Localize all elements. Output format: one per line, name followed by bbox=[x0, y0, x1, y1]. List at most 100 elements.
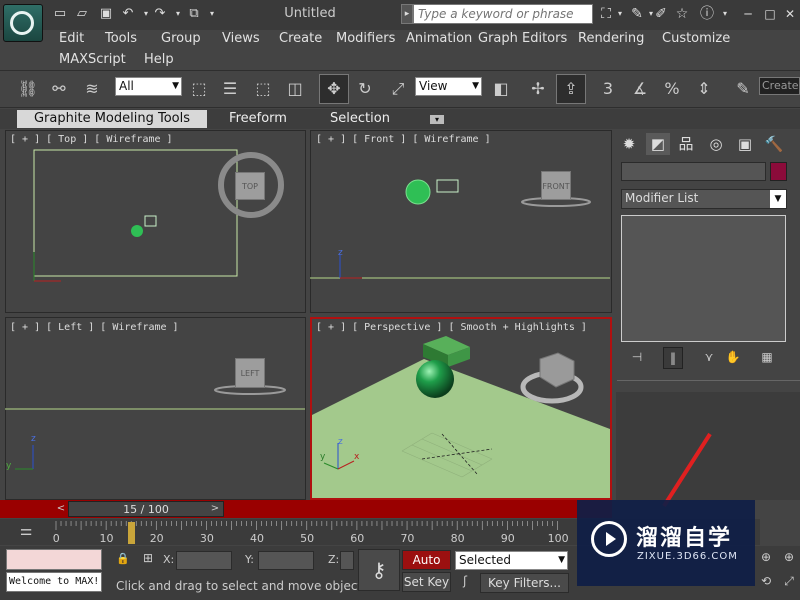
utilities-panel-icon[interactable]: 🔨 bbox=[762, 133, 786, 155]
spinner-snap-icon[interactable]: ⇕ bbox=[692, 77, 716, 101]
select-object-icon[interactable]: ⬚ bbox=[187, 77, 211, 101]
maximize-viewport-icon[interactable]: ⤢ bbox=[780, 574, 798, 592]
window-crossing-icon[interactable]: ◫ bbox=[283, 77, 307, 101]
time-slider-thumb[interactable]: 15 / 100 bbox=[68, 501, 224, 517]
viewport-perspective-label[interactable]: [ + ] [ Perspective ] [ Smooth + Highlig… bbox=[316, 322, 587, 333]
save-file-icon[interactable]: ▣ bbox=[98, 6, 114, 22]
pin-stack-icon[interactable]: ⊣ bbox=[628, 350, 646, 368]
z-coordinate-field[interactable] bbox=[340, 551, 354, 570]
manipulate-icon[interactable]: ✢ bbox=[526, 77, 550, 101]
menu-views[interactable]: Views bbox=[222, 31, 260, 46]
set-keys-icon[interactable]: ⚷ bbox=[358, 549, 400, 591]
box-object bbox=[144, 215, 157, 227]
zoom-all-icon[interactable]: ⊕ bbox=[780, 550, 798, 568]
menu-help[interactable]: Help bbox=[144, 52, 174, 67]
search-input[interactable] bbox=[413, 4, 593, 24]
redo-dropdown-icon[interactable]: ▾ bbox=[170, 6, 186, 22]
edit-named-selection-icon[interactable]: ✎ bbox=[731, 77, 755, 101]
close-button[interactable]: ✕ bbox=[782, 6, 798, 22]
menu-modifiers[interactable]: Modifiers bbox=[336, 31, 395, 46]
open-file-icon[interactable]: ▱ bbox=[74, 6, 90, 22]
maxscript-listener-input[interactable] bbox=[6, 549, 102, 570]
configure-modifier-sets-icon[interactable]: ▦ bbox=[758, 350, 776, 368]
object-color-swatch[interactable] bbox=[770, 162, 787, 181]
y-coordinate-field[interactable] bbox=[258, 551, 314, 570]
bind-to-space-warp-icon[interactable]: ≋ bbox=[80, 77, 104, 101]
track-tick-label: 50 bbox=[300, 532, 315, 545]
quick-access-dropdown-icon[interactable]: ▾ bbox=[204, 6, 220, 22]
remove-modifier-icon[interactable]: ✋ bbox=[724, 350, 742, 368]
show-end-result-icon[interactable]: ‖ bbox=[663, 347, 683, 369]
sphere-object bbox=[416, 360, 454, 398]
selection-filter-dropdown[interactable]: All ▼ bbox=[115, 77, 182, 96]
select-and-scale-icon[interactable]: ⤢ bbox=[386, 77, 410, 101]
menu-maxscript[interactable]: MAXScript bbox=[59, 52, 126, 67]
search-expand-icon[interactable]: ▸ bbox=[401, 4, 413, 24]
redo-icon[interactable]: ↷ bbox=[152, 6, 168, 22]
menu-customize[interactable]: Customize bbox=[662, 31, 730, 46]
modifier-list-dropdown[interactable]: Modifier List ▼ bbox=[621, 189, 787, 209]
chevron-down-icon: ▼ bbox=[770, 190, 786, 208]
create-panel-icon[interactable]: ✹ bbox=[617, 133, 641, 155]
rectangular-selection-icon[interactable]: ⬚ bbox=[251, 77, 275, 101]
menu-edit[interactable]: Edit bbox=[59, 31, 84, 46]
help-dropdown-icon[interactable]: ▾ bbox=[716, 5, 734, 23]
key-mode-dropdown[interactable]: Selected ▼ bbox=[455, 551, 568, 570]
key-filters-button[interactable]: Key Filters... bbox=[480, 573, 569, 593]
previous-frame-icon[interactable]: < bbox=[55, 501, 67, 517]
tab-graphite-modeling-tools[interactable]: Graphite Modeling Tools bbox=[17, 110, 207, 128]
display-panel-icon[interactable]: ▣ bbox=[733, 133, 757, 155]
viewcube-front[interactable]: FRONT bbox=[541, 171, 571, 200]
pivot-point-icon[interactable]: ◧ bbox=[489, 77, 513, 101]
orbit-icon[interactable]: ⟲ bbox=[757, 574, 775, 592]
undo-icon[interactable]: ↶ bbox=[120, 6, 136, 22]
reference-coordinate-dropdown[interactable]: View ▼ bbox=[415, 77, 482, 96]
hierarchy-panel-icon[interactable]: 品 bbox=[674, 133, 698, 155]
default-tangents-icon[interactable]: ʃ bbox=[455, 574, 475, 592]
keyboard-shortcut-override-icon[interactable]: ⇪ bbox=[556, 74, 586, 104]
modifier-stack-list[interactable] bbox=[621, 215, 786, 342]
new-file-icon[interactable]: ▭ bbox=[52, 6, 68, 22]
ribbon-minimize-icon[interactable]: ▾ bbox=[430, 115, 444, 124]
next-frame-icon[interactable]: > bbox=[209, 501, 221, 517]
select-by-name-icon[interactable]: ☰ bbox=[218, 77, 242, 101]
tab-selection[interactable]: Selection bbox=[320, 110, 400, 128]
select-and-move-icon[interactable]: ✥ bbox=[319, 74, 349, 104]
favorites-star-icon[interactable]: ☆ bbox=[673, 5, 691, 23]
object-name-field[interactable] bbox=[621, 162, 766, 181]
maximize-button[interactable]: □ bbox=[762, 6, 778, 22]
x-coordinate-field[interactable] bbox=[176, 551, 232, 570]
set-key-button[interactable]: Set Key bbox=[402, 572, 451, 592]
zoom-icon[interactable]: ⊕ bbox=[757, 550, 775, 568]
communication-center-icon[interactable]: ✐ bbox=[652, 5, 670, 23]
menu-tools[interactable]: Tools bbox=[105, 31, 137, 46]
search-dropdown-icon[interactable]: ▾ bbox=[611, 5, 629, 23]
create-selection-set-field[interactable]: Create bbox=[759, 77, 800, 95]
select-and-rotate-icon[interactable]: ↻ bbox=[353, 77, 377, 101]
angle-snap-icon[interactable]: ∡ bbox=[628, 77, 652, 101]
snaps-toggle-icon[interactable]: 3 bbox=[596, 77, 620, 101]
menu-animation[interactable]: Animation bbox=[406, 31, 472, 46]
unlink-selection-icon[interactable]: ⚯ bbox=[47, 77, 71, 101]
menu-group[interactable]: Group bbox=[161, 31, 201, 46]
minimize-button[interactable]: ─ bbox=[740, 6, 756, 22]
project-folder-icon[interactable]: ⧉ bbox=[186, 6, 202, 22]
chevron-down-icon: ▼ bbox=[172, 81, 179, 91]
motion-panel-icon[interactable]: ◎ bbox=[704, 133, 728, 155]
app-menu-button[interactable] bbox=[3, 4, 43, 42]
viewcube-top[interactable]: TOP bbox=[235, 172, 265, 200]
maxscript-output[interactable]: Welcome to MAX! bbox=[6, 572, 102, 592]
make-unique-icon[interactable]: ⋎ bbox=[700, 350, 718, 368]
menu-rendering[interactable]: Rendering bbox=[578, 31, 644, 46]
percent-snap-icon[interactable]: % bbox=[660, 77, 684, 101]
tab-freeform[interactable]: Freeform bbox=[218, 110, 298, 128]
menu-graph-editors[interactable]: Graph Editors bbox=[478, 31, 567, 46]
auto-key-button[interactable]: Auto Key bbox=[402, 550, 451, 585]
menu-create[interactable]: Create bbox=[279, 31, 322, 46]
viewcube-left[interactable]: LEFT bbox=[235, 358, 265, 388]
help-icon[interactable]: ⓘ bbox=[698, 5, 716, 23]
absolute-mode-icon[interactable]: ⊞ bbox=[140, 551, 156, 567]
selection-lock-icon[interactable]: 🔒 bbox=[116, 552, 130, 566]
select-and-link-icon[interactable]: ⛓ bbox=[16, 77, 40, 101]
modify-panel-icon[interactable]: ◩ bbox=[646, 133, 670, 155]
